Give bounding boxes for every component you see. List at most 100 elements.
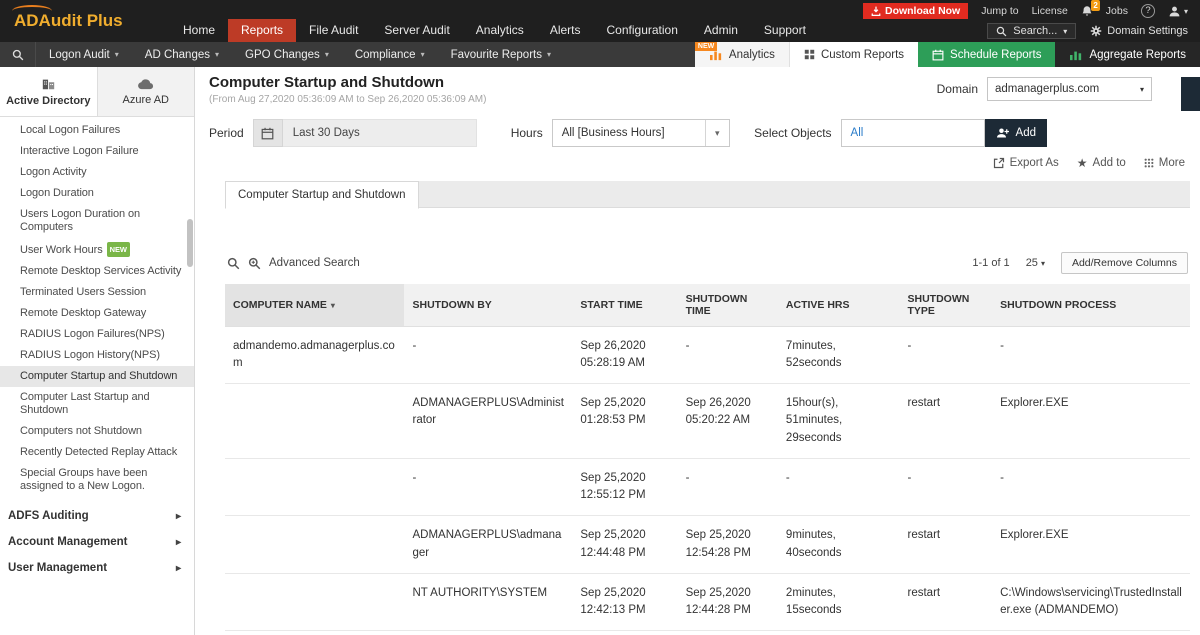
cell-shutdown-type: restart [899, 515, 993, 574]
global-search[interactable]: Search... ▾ [987, 23, 1077, 39]
menu-logon-audit[interactable]: Logon Audit ▾ [36, 42, 132, 67]
license-link[interactable]: License [1032, 5, 1068, 17]
pagination-info: 1-1 of 1 [972, 257, 1010, 269]
table-row: - Sep 25,2020 12:55:12 PM - - - - [225, 458, 1190, 517]
col-shutdown-process[interactable]: SHUTDOWN PROCESS [992, 284, 1190, 327]
cell-shutdown-by: ADMANAGERPLUS\Administrator [404, 383, 573, 459]
select-objects-input[interactable]: All [840, 119, 985, 147]
more-button[interactable]: More [1144, 157, 1185, 169]
add-button[interactable]: Add [984, 119, 1047, 147]
period-input[interactable]: Last 30 Days [282, 119, 477, 147]
period-group: Period Last 30 Days [209, 119, 477, 147]
header-tools: Search... ▾ Domain Settings [987, 23, 1188, 39]
cell-shutdown-type: - [899, 458, 993, 517]
nav-analytics[interactable]: Analytics [463, 19, 537, 42]
sidebar-item-computers-not-shutdown[interactable]: Computers not Shutdown [0, 421, 194, 442]
page-size-select[interactable]: 25 ▾ [1026, 257, 1045, 269]
cell-computer-name [225, 573, 405, 632]
add-remove-columns-button[interactable]: Add/Remove Columns [1060, 252, 1188, 274]
sidebar-item-computer-last-startup-shutdown[interactable]: Computer Last Startup and Shutdown [0, 387, 194, 421]
custom-reports-button[interactable]: Custom Reports [788, 42, 919, 67]
col-shutdown-time[interactable]: SHUTDOWN TIME [677, 284, 778, 327]
nav-alerts[interactable]: Alerts [537, 19, 594, 42]
add-to-button[interactable]: ★ Add to [1077, 156, 1126, 170]
building-icon [42, 79, 54, 89]
app-logo[interactable]: ADAudit Plus [12, 5, 123, 31]
calendar-button[interactable] [252, 119, 283, 147]
schedule-reports-button[interactable]: Schedule Reports [918, 42, 1056, 67]
menu-compliance[interactable]: Compliance ▾ [342, 42, 438, 67]
section-user-management[interactable]: User Management ▸ [0, 555, 194, 581]
col-computer-name[interactable]: COMPUTER NAME ▾ [225, 284, 405, 327]
download-now-button[interactable]: Download Now [862, 3, 969, 19]
tab-active-directory[interactable]: Active Directory [0, 67, 98, 116]
user-menu[interactable]: ▾ [1168, 5, 1188, 18]
reports-search-button[interactable] [0, 42, 36, 67]
nav-server-audit[interactable]: Server Audit [371, 19, 462, 42]
col-active-hrs[interactable]: ACTIVE HRS [777, 284, 900, 327]
report-tab-active[interactable]: Computer Startup and Shutdown [225, 181, 419, 209]
sidebar-scrollbar[interactable] [187, 219, 193, 267]
section-account-management[interactable]: Account Management ▸ [0, 529, 194, 555]
domain-settings-button[interactable]: Domain Settings [1090, 25, 1188, 37]
cell-shutdown-type: - [899, 326, 993, 384]
hours-group: Hours All [Business Hours] ▾ [511, 119, 730, 147]
advanced-search-icon[interactable] [248, 257, 261, 270]
chevron-down-icon: ▾ [215, 50, 220, 59]
search-icon[interactable] [227, 257, 240, 270]
panel-toggle-button[interactable] [1181, 77, 1200, 111]
hours-select[interactable]: All [Business Hours] ▾ [551, 119, 730, 147]
schedule-calendar-icon [932, 49, 944, 60]
sidebar-item-terminated-users-session[interactable]: Terminated Users Session [0, 282, 194, 303]
sidebar-item-radius-logon-failures[interactable]: RADIUS Logon Failures(NPS) [0, 324, 194, 345]
sort-caret-icon: ▾ [330, 300, 335, 310]
jobs-link[interactable]: Jobs [1106, 5, 1128, 17]
sidebar-item-user-work-hours[interactable]: User Work Hours NEW [0, 238, 194, 261]
sidebar-item-logon-duration[interactable]: Logon Duration [0, 183, 194, 204]
domain-select[interactable]: admanagerplus.com ▾ [987, 77, 1152, 101]
sidebar-item-radius-logon-history[interactable]: RADIUS Logon History(NPS) [0, 345, 194, 366]
aggregate-reports-button[interactable]: Aggregate Reports [1055, 42, 1200, 67]
menubar-right: NEW Analytics Custom Reports Schedule Re… [694, 42, 1200, 67]
nav-file-audit[interactable]: File Audit [296, 19, 371, 42]
sidebar-item-replay-attack[interactable]: Recently Detected Replay Attack [0, 442, 194, 463]
more-dots-icon [1144, 158, 1154, 168]
tab-azure-ad[interactable]: Azure AD [97, 67, 194, 116]
nav-home[interactable]: Home [170, 19, 228, 42]
analytics-button[interactable]: NEW Analytics [694, 42, 789, 67]
help-icon[interactable]: ? [1140, 4, 1155, 18]
notifications-button[interactable]: 2 [1081, 0, 1100, 18]
sidebar-item-interactive-logon-failure[interactable]: Interactive Logon Failure [0, 141, 194, 162]
cell-start-time: Sep 25,2020 12:42:13 PM [572, 573, 678, 632]
col-start-time[interactable]: START TIME [572, 284, 678, 327]
chevron-down-icon: ▾ [1139, 84, 1144, 94]
sidebar-item-special-groups[interactable]: Special Groups have been assigned to a N… [0, 463, 194, 497]
sidebar: Active Directory Azure AD Local Logon Fa… [0, 67, 195, 635]
cell-start-time: Sep 25,2020 12:44:48 PM [572, 515, 678, 574]
sidebar-item-users-logon-duration[interactable]: Users Logon Duration on Computers [0, 204, 194, 238]
menu-ad-changes[interactable]: AD Changes ▾ [132, 42, 232, 67]
col-shutdown-type[interactable]: SHUTDOWN TYPE [899, 284, 993, 327]
cell-shutdown-type: restart [899, 383, 993, 459]
jump-to-link[interactable]: Jump to [981, 5, 1018, 17]
sidebar-item-local-logon-failures[interactable]: Local Logon Failures [0, 120, 194, 141]
nav-configuration[interactable]: Configuration [594, 19, 691, 42]
nav-reports[interactable]: Reports [228, 19, 297, 42]
top-header: ADAudit Plus Download Now Jump to Licens… [0, 0, 1200, 42]
chevron-right-icon: ▸ [175, 510, 181, 522]
menu-gpo-changes[interactable]: GPO Changes ▾ [232, 42, 342, 67]
nav-admin[interactable]: Admin [691, 19, 751, 42]
sidebar-item-remote-desktop-services[interactable]: Remote Desktop Services Activity [0, 261, 194, 282]
sidebar-item-remote-desktop-gateway[interactable]: Remote Desktop Gateway [0, 303, 194, 324]
sidebar-item-computer-startup-shutdown[interactable]: Computer Startup and Shutdown [0, 366, 194, 387]
nav-support[interactable]: Support [751, 19, 819, 42]
menu-favourite-reports[interactable]: Favourite Reports ▾ [438, 42, 564, 67]
advanced-search-label[interactable]: Advanced Search [269, 257, 360, 269]
cell-shutdown-process: - [992, 326, 1190, 384]
sidebar-item-logon-activity[interactable]: Logon Activity [0, 162, 194, 183]
export-as-button[interactable]: Export As [993, 157, 1059, 169]
section-adfs-auditing[interactable]: ADFS Auditing ▸ [0, 503, 194, 529]
col-shutdown-by[interactable]: SHUTDOWN BY [404, 284, 573, 327]
cell-shutdown-process: C:\Windows\servicing\TrustedInstaller.ex… [992, 573, 1190, 632]
star-icon: ★ [1076, 156, 1088, 170]
